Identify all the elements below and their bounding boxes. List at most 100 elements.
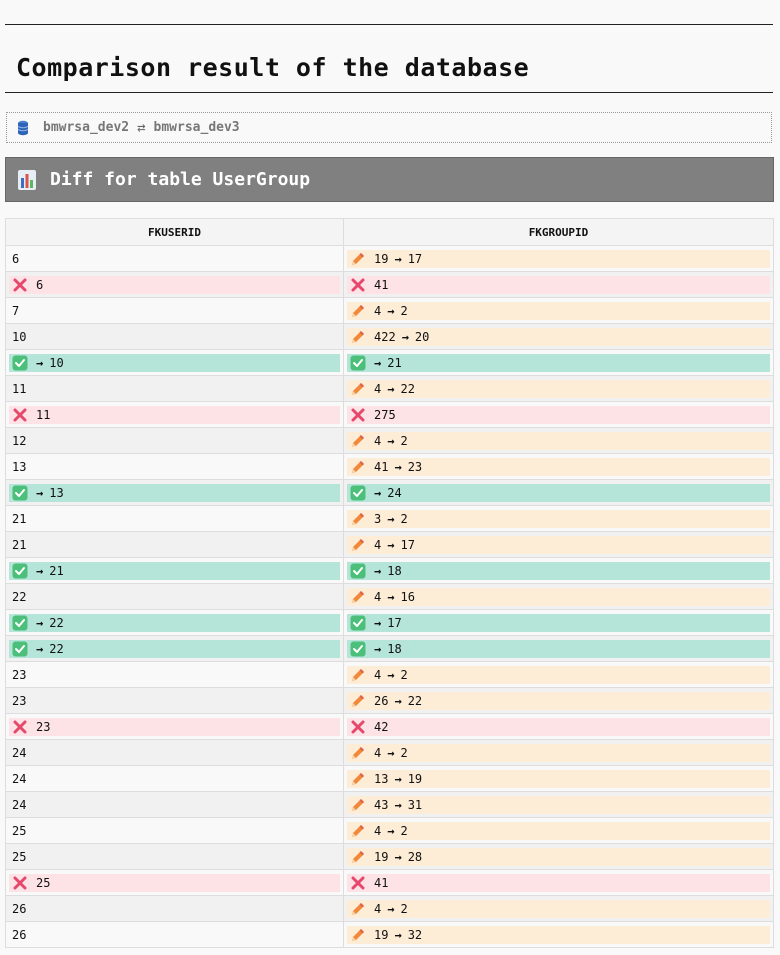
cell-value-plain: 25 [9, 848, 340, 866]
checkmark-icon [350, 615, 366, 631]
arrow-icon: → [374, 485, 382, 500]
arrow-icon: → [36, 615, 44, 630]
table-row: 25 19 → 28 [5, 843, 774, 870]
pencil-icon [350, 251, 366, 267]
table-row: → 13 → 24 [5, 479, 774, 506]
arrow-icon: → [387, 745, 395, 760]
value-text: 21 [12, 511, 27, 526]
arrow-icon: → [394, 797, 402, 812]
table-row: 21 4 → 17 [5, 531, 774, 558]
pencil-icon [350, 381, 366, 397]
cell-value-added: → 24 [347, 483, 770, 502]
cell-fkgroupid: 42 [343, 713, 774, 740]
cell-value-deleted: 11 [9, 405, 340, 424]
new-value: 2 [400, 511, 408, 526]
value-text: 13 [12, 459, 27, 474]
value-text: 10 [12, 329, 27, 344]
cell-value-changed: 4 → 2 [347, 431, 770, 450]
checkmark-icon [12, 641, 28, 657]
table-row: 24 43 → 31 [5, 791, 774, 818]
arrow-icon: → [387, 303, 395, 318]
table-row: 25 41 [5, 869, 774, 896]
new-value: 17 [387, 615, 402, 630]
value-text: 41 [374, 875, 389, 890]
cell-value-changed: 4 → 22 [347, 379, 770, 398]
cell-value-plain: 24 [9, 770, 340, 788]
cell-fkgroupid: → 18 [343, 635, 774, 662]
cell-fkuserid: 11 [5, 375, 344, 402]
cell-value-plain: 11 [9, 380, 340, 398]
old-value: 4 [374, 901, 382, 916]
new-value: 21 [49, 563, 64, 578]
cell-fkgroupid: → 18 [343, 557, 774, 584]
checkmark-icon [350, 563, 366, 579]
cell-value-changed: 4 → 17 [347, 535, 770, 554]
pencil-icon [350, 771, 366, 787]
cell-value-plain: 24 [9, 796, 340, 814]
value-text: 11 [12, 381, 27, 396]
top-divider [5, 24, 773, 25]
new-value: 24 [387, 485, 402, 500]
arrow-icon: → [387, 901, 395, 916]
cell-fkgroupid: 4 → 2 [343, 297, 774, 324]
new-value: 10 [49, 355, 64, 370]
cell-value-added: → 21 [9, 561, 340, 580]
cell-fkgroupid: → 21 [343, 349, 774, 376]
new-value: 23 [407, 459, 423, 474]
cell-fkuserid: 24 [5, 791, 344, 818]
cell-fkuserid: 25 [5, 843, 344, 870]
table-row: 25 4 → 2 [5, 817, 774, 844]
cell-fkgroupid: 4 → 17 [343, 531, 774, 558]
cell-value-changed: 4 → 2 [347, 743, 770, 762]
value-text: 21 [12, 537, 27, 552]
pencil-icon [350, 745, 366, 761]
table-row: 7 4 → 2 [5, 297, 774, 324]
cell-fkuserid: 6 [5, 245, 344, 272]
old-value: 4 [374, 667, 382, 682]
source-database-name: bmwrsa_dev2 [43, 120, 130, 135]
arrow-icon: → [374, 615, 382, 630]
table-row: 6 19 → 17 [5, 245, 774, 272]
checkmark-icon [12, 563, 28, 579]
cross-icon [350, 719, 366, 735]
database-icon [17, 120, 29, 136]
new-value: 32 [407, 927, 423, 942]
table-row: 11 4 → 22 [5, 375, 774, 402]
pencil-icon [350, 849, 366, 865]
cross-icon [350, 875, 366, 891]
cell-fkgroupid: 4 → 22 [343, 375, 774, 402]
cell-value-deleted: 25 [9, 873, 340, 892]
cell-fkuserid: → 21 [5, 557, 344, 584]
table-row: → 21 → 18 [5, 557, 774, 584]
pencil-icon [350, 667, 366, 683]
old-value: 4 [374, 537, 382, 552]
cell-value-changed: 4 → 2 [347, 301, 770, 320]
cell-fkuserid: 26 [5, 921, 344, 948]
cell-fkuserid: 10 [5, 323, 344, 350]
cross-icon [12, 277, 28, 293]
value-text: 26 [12, 901, 27, 916]
checkmark-icon [12, 615, 28, 631]
table-row: 23 4 → 2 [5, 661, 774, 688]
cell-value-added: → 13 [9, 483, 340, 502]
cell-value-plain: 21 [9, 510, 340, 528]
cell-fkgroupid: 19 → 32 [343, 921, 774, 948]
cell-value-added: → 22 [9, 639, 340, 658]
value-text: 12 [12, 433, 27, 448]
new-value: 20 [414, 329, 430, 344]
arrow-icon: → [374, 355, 382, 370]
checkmark-icon [350, 355, 366, 371]
arrow-icon: → [374, 563, 382, 578]
cell-value-plain: 24 [9, 744, 340, 762]
cell-value-deleted: 6 [9, 275, 340, 294]
cell-value-plain: 21 [9, 536, 340, 554]
new-value: 18 [387, 641, 402, 656]
cell-fkuserid: → 22 [5, 609, 344, 636]
arrow-icon: → [387, 381, 395, 396]
cell-value-changed: 26 → 22 [347, 691, 770, 710]
table-row: → 22 → 18 [5, 635, 774, 662]
arrow-icon: → [387, 589, 395, 604]
cell-fkuserid: 7 [5, 297, 344, 324]
new-value: 2 [400, 667, 408, 682]
table-row: 23 42 [5, 713, 774, 740]
